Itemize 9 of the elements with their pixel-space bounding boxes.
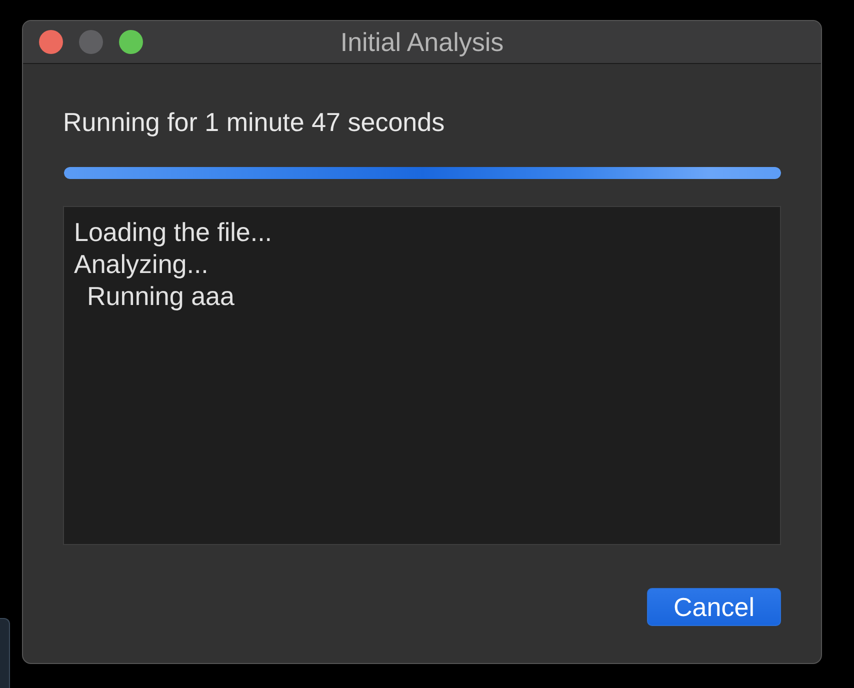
log-line: Loading the file... — [74, 216, 272, 248]
close-icon[interactable] — [39, 30, 63, 54]
log-line: Analyzing... — [74, 248, 208, 280]
zoom-icon[interactable] — [119, 30, 143, 54]
background-window-panel — [0, 618, 10, 688]
log-line: Running aaa — [87, 280, 234, 312]
window-title: Initial Analysis — [340, 26, 504, 58]
cancel-button[interactable]: Cancel — [647, 588, 781, 626]
status-text: Running for 1 minute 47 seconds — [63, 108, 445, 136]
